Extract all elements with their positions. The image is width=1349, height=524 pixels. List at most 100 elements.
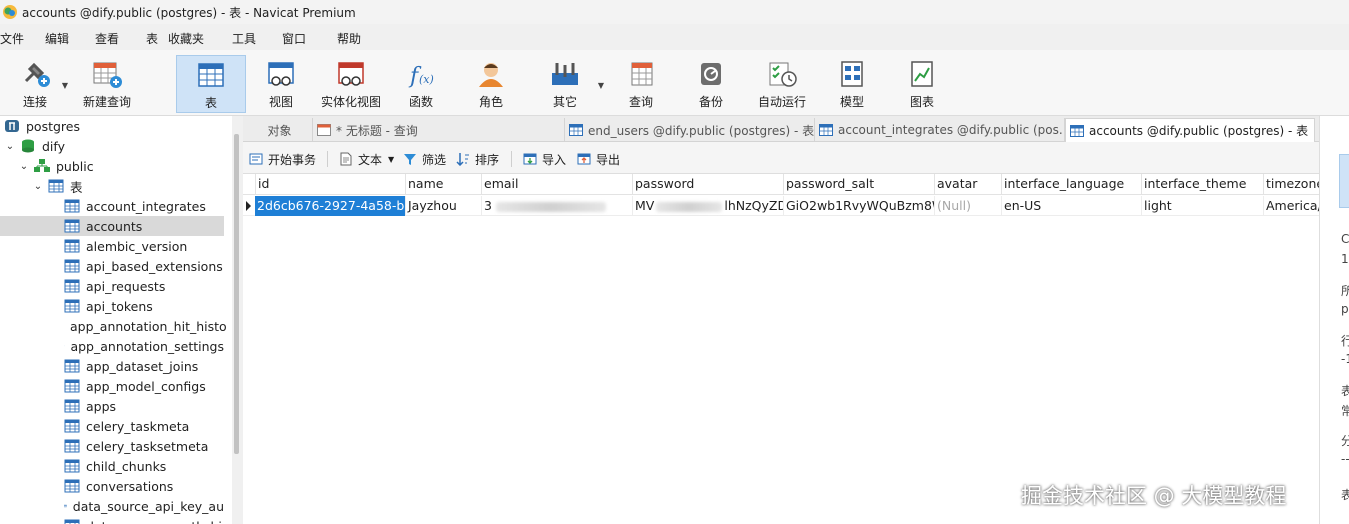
tree-table-item[interactable]: celery_tasksetmeta xyxy=(0,436,224,456)
function-button[interactable]: f (x) 函数 xyxy=(386,55,456,113)
cell-email[interactable]: 3 xyxy=(482,196,633,216)
connection-icon xyxy=(24,62,50,87)
view-button[interactable]: 视图 xyxy=(246,55,316,113)
table-button[interactable]: 表 xyxy=(176,55,246,113)
tree-database[interactable]: ⌄ dify xyxy=(4,136,65,156)
tree-table-item[interactable]: app_dataset_joins xyxy=(0,356,224,376)
tree-scrollbar[interactable] xyxy=(232,116,242,524)
menu-help[interactable]: 帮助 xyxy=(337,30,361,47)
cell-name[interactable]: Jayzhou xyxy=(406,196,482,216)
cell-password-salt[interactable]: GiO2wb1RvyWQuBzm8Wl xyxy=(784,196,935,216)
model-icon xyxy=(841,61,863,87)
other-icon xyxy=(552,63,578,85)
chevron-down-icon[interactable]: ⌄ xyxy=(18,161,30,172)
tree-table-label: data_source_api_key_au xyxy=(72,498,224,514)
view-label: 视图 xyxy=(268,95,293,109)
role-button[interactable]: 角色 xyxy=(456,55,526,113)
tree-table-item[interactable]: data_source_api_key_au xyxy=(0,496,224,516)
info-panel-text: 所 xyxy=(1341,284,1349,298)
column-header-password-salt[interactable]: password_salt xyxy=(784,174,935,195)
title-bar: accounts @dify.public (postgres) - 表 - N… xyxy=(0,0,1349,24)
column-header-email[interactable]: email xyxy=(482,174,633,195)
tree-table-item[interactable]: accounts xyxy=(0,216,224,236)
query-button[interactable]: 查询 xyxy=(606,55,676,113)
cell-password[interactable]: MV lhNzQyZD xyxy=(633,196,784,216)
scrollbar-thumb[interactable] xyxy=(234,134,239,454)
table-icon xyxy=(64,419,80,433)
menu-window[interactable]: 窗口 xyxy=(282,30,306,47)
tab-end-users[interactable]: end_users @dify.public (postgres) - 表 xyxy=(565,118,815,142)
view-icon xyxy=(268,62,294,86)
tree-table-item[interactable]: api_based_extensions xyxy=(0,256,224,276)
tree-table-label: app_annotation_hit_histo xyxy=(70,318,227,334)
filter-icon xyxy=(404,154,416,165)
export-button[interactable]: 导出 xyxy=(577,150,620,168)
column-header-name[interactable]: name xyxy=(406,174,482,195)
tree-table-item[interactable]: app_annotation_hit_histo xyxy=(0,316,227,336)
column-header-avatar[interactable]: avatar xyxy=(935,174,1002,195)
column-header-password[interactable]: password xyxy=(633,174,784,195)
tree-table-item[interactable]: celery_taskmeta xyxy=(0,416,224,436)
tree-table-item[interactable]: child_chunks xyxy=(0,456,224,476)
column-header-timezone[interactable]: timezone xyxy=(1264,174,1319,195)
import-button[interactable]: 导入 xyxy=(523,150,566,168)
info-panel-tab[interactable] xyxy=(1339,154,1349,208)
tree-tables-folder[interactable]: ⌄ 表 xyxy=(32,176,83,196)
cell-avatar[interactable]: (Null) xyxy=(935,196,1002,216)
cell-interface-language[interactable]: en-US xyxy=(1002,196,1142,216)
chart-button[interactable]: 图表 xyxy=(887,55,957,113)
tree-table-item[interactable]: alembic_version xyxy=(0,236,224,256)
tab-accounts[interactable]: accounts @dify.public (postgres) - 表 xyxy=(1065,118,1315,142)
info-panel-text: -- xyxy=(1341,452,1349,466)
column-header-interface-theme[interactable]: interface_theme xyxy=(1142,174,1264,195)
tree-schema[interactable]: ⌄ public xyxy=(18,156,94,176)
tab-end-users-label: end_users @dify.public (postgres) - 表 xyxy=(588,123,815,138)
backup-button[interactable]: 备份 xyxy=(676,55,746,113)
tree-table-item[interactable]: app_annotation_settings xyxy=(0,336,224,356)
tree-connection[interactable]: postgres xyxy=(4,116,80,136)
chevron-down-icon[interactable]: ⌄ xyxy=(32,181,44,192)
sort-button[interactable]: 排序 xyxy=(456,150,499,168)
caret-down-icon[interactable]: ▼ xyxy=(598,81,604,90)
connection-button[interactable]: 连接 ▼ xyxy=(0,55,70,113)
menu-favorites[interactable]: 收藏夹 xyxy=(168,30,204,47)
cell-timezone[interactable]: America/I xyxy=(1264,196,1319,216)
chevron-down-icon[interactable]: ⌄ xyxy=(4,141,16,152)
tab-account-integrates-label: account_integrates @dify.public (pos... xyxy=(838,123,1065,137)
tab-untitled-query[interactable]: * 无标题 - 查询 xyxy=(313,118,565,142)
new-query-button[interactable]: 新建查询 xyxy=(72,55,142,113)
cell-id[interactable]: 2d6cb676-2927-4a58-b59 xyxy=(255,196,406,216)
menu-edit[interactable]: 编辑 xyxy=(45,30,69,47)
tree-table-item[interactable]: app_model_configs xyxy=(0,376,224,396)
caret-down-icon[interactable]: ▼ xyxy=(388,155,394,164)
begin-transaction-button[interactable]: 开始事务 xyxy=(249,150,316,168)
tree-table-item[interactable]: api_tokens xyxy=(0,296,224,316)
menu-file[interactable]: 文件 xyxy=(0,30,24,47)
filter-button[interactable]: 筛选 xyxy=(403,150,446,168)
tree-table-item[interactable]: account_integrates xyxy=(0,196,224,216)
table-row[interactable]: 2d6cb676-2927-4a58-b59 Jayzhou 3 MV lhNzQ… xyxy=(243,196,1319,216)
text-view-button[interactable]: 文本 ▼ xyxy=(339,150,394,168)
tab-account-integrates[interactable]: account_integrates @dify.public (pos... xyxy=(815,118,1065,142)
tree-table-label: child_chunks xyxy=(86,458,167,474)
tree-table-item[interactable]: api_requests xyxy=(0,276,224,296)
tree-table-item[interactable]: data_source_oauth_bi xyxy=(0,516,224,524)
backup-icon xyxy=(701,63,721,85)
automation-button[interactable]: 自动运行 xyxy=(747,55,817,113)
menu-tools[interactable]: 工具 xyxy=(232,30,256,47)
column-header-interface-language[interactable]: interface_language xyxy=(1002,174,1142,195)
caret-down-icon[interactable]: ▼ xyxy=(62,81,68,90)
tab-objects[interactable]: 对象 xyxy=(243,118,313,142)
export-icon xyxy=(577,153,591,165)
menu-table[interactable]: 表 xyxy=(146,30,158,47)
materialized-view-button[interactable]: 实体化视图 xyxy=(316,55,386,113)
tree-table-item[interactable]: conversations xyxy=(0,476,224,496)
menu-view[interactable]: 查看 xyxy=(95,30,119,47)
column-header-id[interactable]: id xyxy=(255,174,406,195)
info-panel-text: 分 xyxy=(1341,434,1349,448)
cell-interface-theme[interactable]: light xyxy=(1142,196,1264,216)
model-button[interactable]: 模型 xyxy=(817,55,887,113)
tree-table-item[interactable]: apps xyxy=(0,396,224,416)
tree-table-label: apps xyxy=(86,398,117,414)
other-button[interactable]: 其它 ▼ xyxy=(530,55,604,113)
